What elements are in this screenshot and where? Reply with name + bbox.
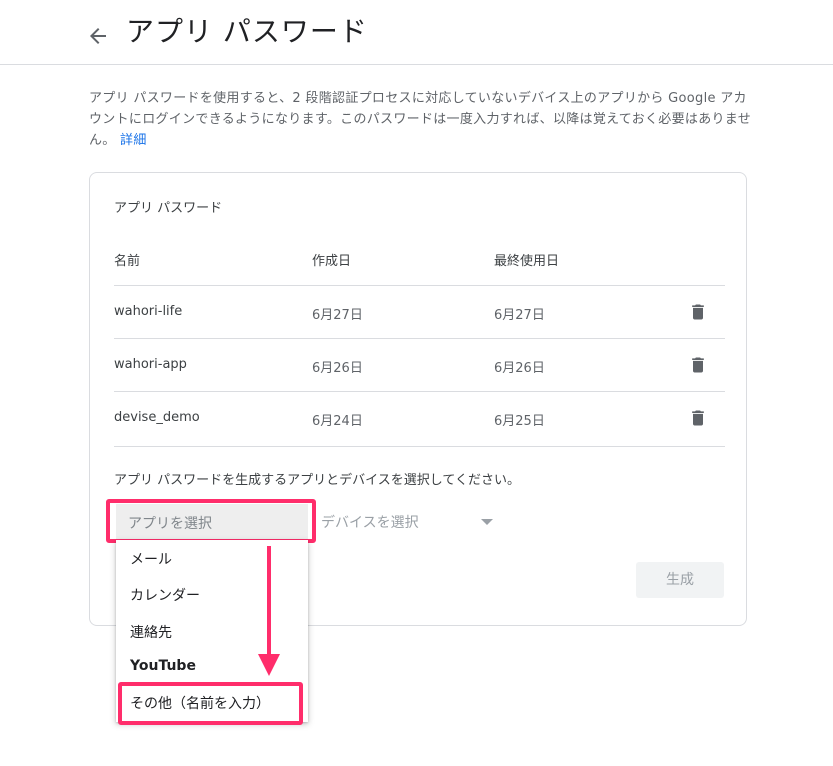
other-option-highlight — [118, 682, 303, 725]
row-created: 6月27日 — [312, 308, 363, 323]
trash-icon[interactable] — [688, 408, 708, 428]
table-row: wahori-life 6月27日 6月27日 — [114, 285, 725, 339]
column-header-created: 作成日 — [312, 254, 352, 269]
menu-item-contacts[interactable]: 連絡先 — [130, 622, 172, 642]
row-last-used: 6月26日 — [494, 361, 545, 376]
row-created: 6月26日 — [312, 361, 363, 376]
learn-more-link[interactable]: 詳細 — [120, 133, 147, 148]
column-header-last-used: 最終使用日 — [494, 254, 560, 269]
trash-icon[interactable] — [688, 355, 708, 375]
row-name: wahori-life — [114, 304, 183, 319]
annotation-arrow-icon — [258, 546, 280, 676]
generate-button[interactable]: 生成 — [636, 562, 724, 598]
table-row: devise_demo 6月24日 6月25日 — [114, 391, 725, 447]
trash-icon[interactable] — [688, 302, 708, 322]
table-row: wahori-app 6月26日 6月26日 — [114, 338, 725, 392]
row-created: 6月24日 — [312, 414, 363, 429]
select-instruction: アプリ パスワードを生成するアプリとデバイスを選択してください。 — [114, 473, 520, 488]
device-select[interactable]: デバイスを選択 — [321, 512, 419, 532]
dropdown-arrow-icon[interactable] — [481, 519, 493, 525]
card-title: アプリ パスワード — [114, 201, 223, 216]
page-header: アプリ パスワード — [0, 0, 833, 65]
row-name: wahori-app — [114, 357, 187, 372]
intro-description: アプリ パスワードを使用すると、2 段階認証プロセスに対応していないデバイス上の… — [89, 91, 752, 148]
row-name: devise_demo — [114, 410, 200, 425]
column-header-name: 名前 — [114, 254, 141, 269]
row-last-used: 6月27日 — [494, 308, 545, 323]
arrow-back-icon[interactable] — [86, 24, 110, 48]
page-title: アプリ パスワード — [126, 15, 368, 48]
menu-item-mail[interactable]: メール — [130, 549, 172, 569]
app-select-highlight — [106, 499, 316, 543]
menu-item-calendar[interactable]: カレンダー — [130, 585, 200, 605]
row-last-used: 6月25日 — [494, 414, 545, 429]
menu-item-youtube[interactable]: YouTube — [130, 658, 196, 674]
intro-text: アプリ パスワードを使用すると、2 段階認証プロセスに対応していないデバイス上の… — [89, 88, 759, 151]
